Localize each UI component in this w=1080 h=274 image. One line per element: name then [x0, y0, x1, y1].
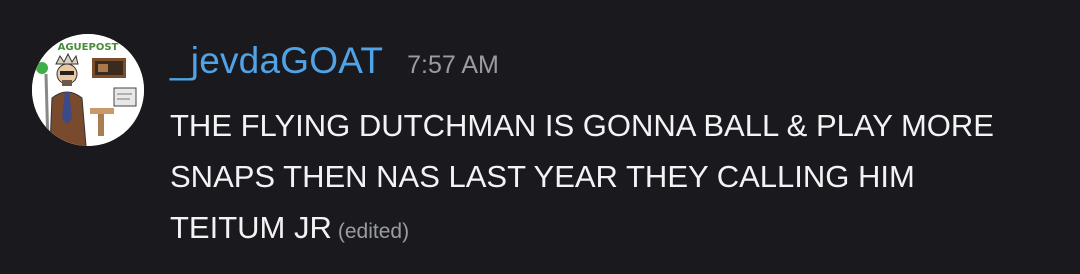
chat-message: AGUEPOST _jevdaGOAT 7:57 AM THE FLYING D…: [0, 0, 1080, 274]
avatar-image: AGUEPOST: [32, 34, 144, 146]
message-content: _jevdaGOAT 7:57 AM THE FLYING DUTCHMAN I…: [170, 40, 1040, 257]
username[interactable]: _jevdaGOAT: [170, 40, 383, 82]
message-body: THE FLYING DUTCHMAN IS GONNA BALL & PLAY…: [170, 100, 1030, 257]
avatar-text: AGUEPOST: [58, 42, 119, 53]
timestamp[interactable]: 7:57 AM: [407, 51, 499, 80]
message-text: THE FLYING DUTCHMAN IS GONNA BALL & PLAY…: [170, 108, 994, 245]
message-header: _jevdaGOAT 7:57 AM: [170, 40, 1040, 92]
edited-label[interactable]: (edited): [338, 220, 409, 243]
user-avatar[interactable]: AGUEPOST: [32, 34, 144, 146]
